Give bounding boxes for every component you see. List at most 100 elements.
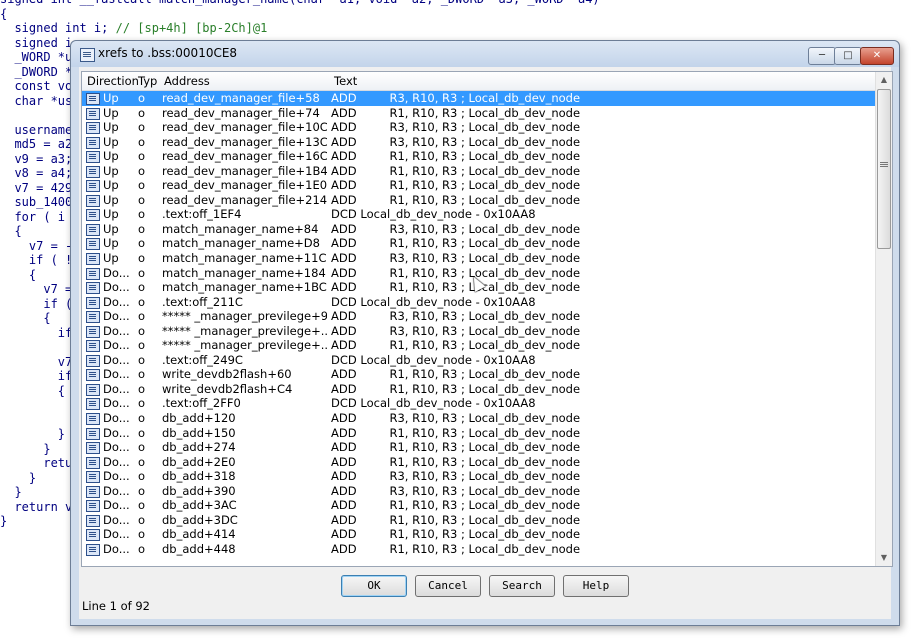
row-text: ADD R1, R10, R3 ; Local_db_dev_node <box>331 425 581 440</box>
table-row[interactable]: Up o read_dev_manager_file+13C ADD R3, R10,… <box>82 135 877 150</box>
table-row[interactable]: Do... o .text:off_2FF0 DCD Local_db_dev_nod… <box>82 396 877 411</box>
row-address: db_add+448 <box>162 541 236 556</box>
row-direction: Do... <box>103 541 130 556</box>
table-row[interactable]: Do... o db_add+448 ADD R1, R10, R3 ; Local_… <box>82 542 877 557</box>
xref-icon <box>86 325 100 338</box>
row-type: o <box>138 396 146 411</box>
table-row[interactable]: Up o read_dev_manager_file+1B4 ADD R1, R10,… <box>82 164 877 179</box>
scroll-thumb[interactable] <box>877 89 891 249</box>
table-row[interactable]: Do... o db_add+120 ADD R3, R10, R3 ; Local_… <box>82 411 877 426</box>
table-row[interactable]: Do... o ***** _manager_previlege+... ADD R3… <box>82 324 877 339</box>
row-address: ***** _manager_previlege+... <box>162 338 327 353</box>
xref-icon <box>86 223 100 236</box>
table-row[interactable]: Up o read_dev_manager_file+1E0 ADD R1, R10,… <box>82 178 877 193</box>
table-row[interactable]: Do... o db_add+274 ADD R1, R10, R3 ; Local_… <box>82 440 877 455</box>
row-address: match_manager_name+184 <box>162 265 326 280</box>
row-type: o <box>138 221 146 236</box>
dialog-titlebar[interactable]: xrefs to .bss:00010CE8 ─ □ ✕ <box>71 41 899 67</box>
xref-icon <box>86 253 100 266</box>
row-text: ADD R1, R10, R3 ; Local_db_dev_node <box>331 454 581 469</box>
code-text: v7 = 429 <box>0 180 73 195</box>
table-row[interactable]: Up o read_dev_manager_file+16C ADD R1, R10,… <box>82 149 877 164</box>
xref-icon <box>86 398 100 411</box>
table-row[interactable]: Up o read_dev_manager_file+10C ADD R3, R10,… <box>82 120 877 135</box>
row-text: ADD R1, R10, R3 ; Local_db_dev_node <box>331 178 581 193</box>
table-row[interactable]: Do... o db_add+3AC ADD R1, R10, R3 ; Local_… <box>82 498 877 513</box>
row-direction: Do... <box>103 352 130 367</box>
table-row[interactable]: Do... o ***** _manager_previlege+... ADD R1… <box>82 338 877 353</box>
code-line: { <box>0 7 924 22</box>
row-address: read_dev_manager_file+58 <box>162 91 320 105</box>
xref-icon <box>86 383 100 396</box>
table-row[interactable]: Up o match_manager_name+D8 ADD R1, R10, R3 … <box>82 236 877 251</box>
minimize-button[interactable]: ─ <box>808 47 836 65</box>
table-row[interactable]: Do... o db_add+150 ADD R1, R10, R3 ; Local_… <box>82 426 877 441</box>
code-text: if ( <box>0 296 73 311</box>
row-type: o <box>138 323 146 338</box>
row-text: ADD R1, R10, R3 ; Local_db_dev_node <box>331 367 581 382</box>
row-address: .text:off_2FF0 <box>162 396 241 411</box>
column-text[interactable]: Text <box>334 74 357 88</box>
xref-icon <box>86 165 100 178</box>
table-row[interactable]: Up o match_manager_name+11C ADD R3, R10, R3… <box>82 251 877 266</box>
column-direction[interactable]: Direction <box>87 74 139 88</box>
code-text: { <box>0 311 51 325</box>
row-address: write_devdb2flash+C4 <box>162 381 293 396</box>
search-button[interactable]: Search <box>489 575 555 597</box>
column-address[interactable]: Address <box>164 74 210 88</box>
maximize-button[interactable]: □ <box>834 47 862 65</box>
help-button[interactable]: Help <box>563 575 629 597</box>
table-row[interactable]: Do... o write_devdb2flash+60 ADD R1, R10, R… <box>82 367 877 382</box>
xref-icon <box>86 471 100 484</box>
row-type: o <box>138 309 146 324</box>
row-type: o <box>138 425 146 440</box>
row-address: match_manager_name+11C <box>162 251 327 266</box>
row-direction: Up <box>103 149 119 164</box>
row-type: o <box>138 541 146 556</box>
row-address: ***** _manager_previlege+90 <box>162 309 327 324</box>
row-address: read_dev_manager_file+1B4 <box>162 163 327 178</box>
table-row[interactable]: Do... o ***** _manager_previlege+90 ADD R3,… <box>82 309 877 324</box>
row-address: db_add+274 <box>162 440 236 455</box>
row-text: ADD R3, R10, R3 ; Local_db_dev_node <box>331 251 581 266</box>
scroll-up-arrow-icon[interactable]: ▲ <box>876 72 892 88</box>
cancel-button[interactable]: Cancel <box>415 575 481 597</box>
xref-icon <box>86 456 100 469</box>
table-row[interactable]: Up o match_manager_name+84 ADD R3, R10, R3 … <box>82 222 877 237</box>
table-row[interactable]: Up o read_dev_manager_file+214 ADD R1, R10,… <box>82 193 877 208</box>
table-row[interactable]: Do... o db_add+318 ADD R3, R10, R3 ; Local_… <box>82 469 877 484</box>
xref-icon <box>86 514 100 527</box>
row-direction: Do... <box>103 425 130 440</box>
row-direction: Do... <box>103 367 130 382</box>
table-row[interactable]: Do... o db_add+3DC ADD R1, R10, R3 ; Local_… <box>82 513 877 528</box>
ok-button[interactable]: OK <box>341 575 407 597</box>
dialog-client: Direction Typ Address Text Up o read_dev_m… <box>79 67 893 619</box>
code-text: signed i <box>0 35 73 50</box>
table-row[interactable]: Do... o db_add+2E0 ADD R1, R10, R3 ; Local_… <box>82 455 877 470</box>
xref-icon <box>86 93 100 105</box>
table-row[interactable]: Do... o db_add+414 ADD R1, R10, R3 ; Local_… <box>82 527 877 542</box>
row-direction: Up <box>103 221 119 236</box>
xref-icon <box>86 340 100 353</box>
table-row[interactable]: Do... o .text:off_249C DCD Local_db_dev_nod… <box>82 353 877 368</box>
table-row[interactable]: Do... o .text:off_211C DCD Local_db_dev_nod… <box>82 295 877 310</box>
table-row[interactable]: Up o .text:off_1EF4 DCD Local_db_dev_node -… <box>82 207 877 222</box>
xrefs-list[interactable]: Direction Typ Address Text Up o read_dev_m… <box>81 71 893 567</box>
row-type: o <box>138 134 146 149</box>
row-direction: Up <box>103 163 119 178</box>
table-row[interactable]: Do... o write_devdb2flash+C4 ADD R1, R10, R… <box>82 382 877 397</box>
row-type: o <box>138 498 146 513</box>
row-text: ADD R3, R10, R3 ; Local_db_dev_node <box>331 469 581 484</box>
vertical-scrollbar[interactable]: ▲ ▼ <box>875 72 892 566</box>
table-row[interactable]: Up o read_dev_manager_file+74 ADD R1, R10, … <box>82 106 877 121</box>
scroll-down-arrow-icon[interactable]: ▼ <box>876 550 892 566</box>
code-text: if <box>0 369 73 383</box>
table-row[interactable]: Do... o db_add+390 ADD R3, R10, R3 ; Local_… <box>82 484 877 499</box>
row-address: db_add+2E0 <box>162 454 236 469</box>
xref-icon <box>86 180 100 193</box>
column-type[interactable]: Typ <box>138 74 157 88</box>
code-text: } <box>0 514 8 528</box>
dialog-title: xrefs to .bss:00010CE8 <box>98 46 238 60</box>
close-button[interactable]: ✕ <box>860 47 894 65</box>
table-row[interactable]: Up o read_dev_manager_file+58 ADD R3, R10, … <box>82 91 877 106</box>
